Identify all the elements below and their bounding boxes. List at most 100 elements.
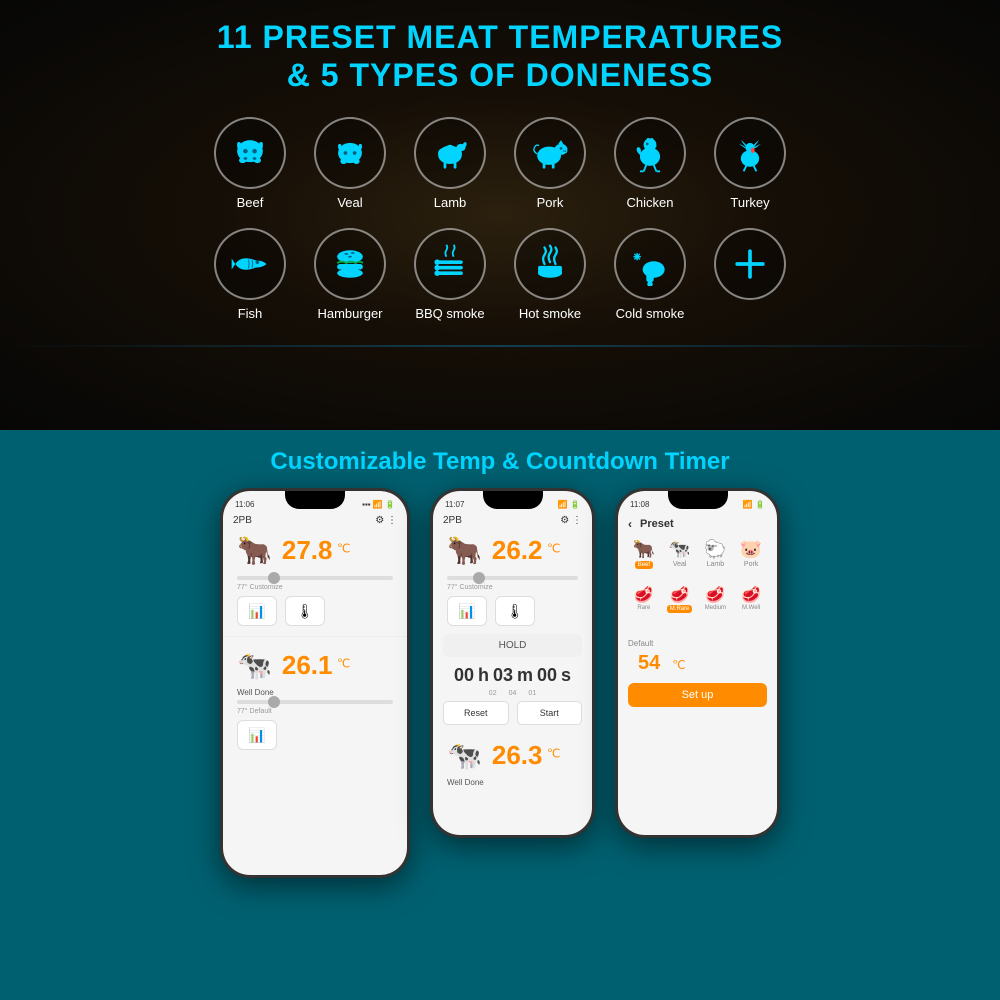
phone3-meat-pork[interactable]: 🐷 Pork xyxy=(735,539,767,569)
phone1-temp-btn[interactable]: 🌡 xyxy=(285,596,325,626)
phone1-probe1-unit: ℃ xyxy=(337,542,350,556)
phone1-probe2: 🐄 26.1 ℃ xyxy=(223,643,407,688)
bottom-header: Customizable Temp & Countdown Timer xyxy=(0,430,1000,488)
phone1-probe2-slider[interactable] xyxy=(223,697,407,707)
phone2-sub-s: 01 xyxy=(528,690,536,697)
phone3-medium-label: Medium xyxy=(705,605,726,611)
phone1-probe2-unit: ℃ xyxy=(337,657,350,671)
phones-row: 11:06 ▪▪▪ 📶 🔋 2PB ⚙ ⋮ 🐂 27.8 ℃ xyxy=(0,488,1000,1000)
bottom-title: Customizable Temp & Countdown Timer xyxy=(270,448,729,475)
phone3-lamb-icon: 🐑 xyxy=(704,539,726,560)
plus-circle xyxy=(714,228,786,300)
plus-icon xyxy=(728,242,772,286)
lamb-label: Lamb xyxy=(434,195,467,210)
phone3-temp-unit: ℃ xyxy=(672,658,685,672)
bbqsmoke-circle xyxy=(414,228,486,300)
hotsmoke-circle xyxy=(514,228,586,300)
pork-label: Pork xyxy=(537,195,564,210)
phone2-reset-btn[interactable]: Reset xyxy=(443,701,509,725)
phone2-wrapper: 11:07 📶 🔋 2PB ⚙ ⋮ 🐂 26.2 ℃ xyxy=(430,488,595,1000)
phone3-meat-lamb[interactable]: 🐑 Lamb xyxy=(700,539,732,569)
coldsmoke-label: Cold smoke xyxy=(616,306,685,321)
phone3-pork-icon: 🐷 xyxy=(740,539,762,560)
icon-coldsmoke[interactable]: Cold smoke xyxy=(614,228,686,321)
icon-veal[interactable]: Veal xyxy=(314,117,386,210)
phone2-start-btn[interactable]: Start xyxy=(517,701,583,725)
phone1-probe1-sub: 77° Customize xyxy=(223,583,407,592)
phone3-doneness-medium[interactable]: 🥩 Medium xyxy=(700,585,732,613)
phone3-doneness-mrare[interactable]: 🥩 M.Rare xyxy=(664,585,696,613)
icon-hamburger[interactable]: Hamburger xyxy=(314,228,386,321)
icon-fish[interactable]: Fish xyxy=(214,228,286,321)
phone2-hold-label: HOLD xyxy=(499,640,527,651)
phone1-probe1-temp: 27.8 xyxy=(282,535,333,565)
phone2-timer-s: 00 xyxy=(537,665,557,686)
hamburger-icon xyxy=(328,242,372,286)
phone1-probe1-slider[interactable] xyxy=(223,573,407,583)
phone3-temp-value: 54 xyxy=(628,650,670,677)
icon-plus[interactable] xyxy=(714,228,786,321)
phone3-wrapper: 11:08 📶 🔋 ‹ Preset 🐂 Beef xyxy=(615,488,780,1000)
phone2-timer-sep3: s xyxy=(561,665,571,686)
phone3-preset-title: Preset xyxy=(640,518,674,530)
meat-icons-row2: Fish xyxy=(214,228,786,321)
icon-hotsmoke[interactable]: Hot smoke xyxy=(514,228,586,321)
phone1-time: 11:06 xyxy=(235,500,254,509)
phone2-probe3: 🐄 26.3 ℃ xyxy=(433,733,592,778)
phone1-probe2-sub: 77° Default xyxy=(223,707,407,716)
bbqsmoke-icon xyxy=(428,242,472,286)
phone3-mwell-icon: 🥩 xyxy=(741,585,761,605)
phone1-toggle[interactable]: ⚙ ⋮ xyxy=(375,515,397,526)
phone1-probe2-temp: 26.1 xyxy=(282,650,333,680)
phone2-slider-bar xyxy=(447,576,578,580)
phone1-probe1: 🐂 27.8 ℃ xyxy=(223,528,407,573)
phone1-appname: 2PB xyxy=(233,515,252,526)
icon-lamb[interactable]: Lamb xyxy=(414,117,486,210)
pork-icon xyxy=(528,131,572,175)
icon-turkey[interactable]: Turkey xyxy=(714,117,786,210)
phone2-probe1-buttons: 📊 🌡 xyxy=(433,592,592,630)
icon-pork[interactable]: Pork xyxy=(514,117,586,210)
phone2-hold: HOLD xyxy=(443,634,582,657)
phone3-meat-veal[interactable]: 🐄 Veal xyxy=(664,539,696,569)
hotsmoke-label: Hot smoke xyxy=(519,306,581,321)
phone1-signal: ▪▪▪ 📶 🔋 xyxy=(362,500,395,509)
phone2-toggle[interactable]: ⚙ ⋮ xyxy=(560,515,582,526)
phone2: 11:07 📶 🔋 2PB ⚙ ⋮ 🐂 26.2 ℃ xyxy=(430,488,595,838)
phone3-rare-icon: 🥩 xyxy=(634,585,654,605)
fish-icon xyxy=(228,242,272,286)
phone2-probe3-temps: 26.3 ℃ xyxy=(492,740,561,771)
phone2-timer: 00 h 03 m 00 s xyxy=(433,661,592,690)
phone1-divider1 xyxy=(223,636,407,637)
phone2-probe1-slider[interactable] xyxy=(433,573,592,583)
phone3-veal-icon: 🐄 xyxy=(668,539,690,560)
phone1-chart-btn[interactable]: 📊 xyxy=(237,596,277,626)
phone3-doneness-mwell[interactable]: 🥩 M.Well xyxy=(735,585,767,613)
phone2-probe3-temp: 26.3 xyxy=(492,740,543,770)
top-content: 11 PRESET MEAT TEMPERATURES & 5 TYPES OF… xyxy=(0,0,1000,339)
phone3-veal-label: Veal xyxy=(673,561,687,568)
phone3-back[interactable]: ‹ xyxy=(628,517,632,531)
phone1-probe1-icon: 🐂 xyxy=(237,534,272,567)
phone2-probe1-icon: 🐂 xyxy=(447,534,482,567)
icon-bbqsmoke[interactable]: BBQ smoke xyxy=(414,228,486,321)
phone3-doneness-rare[interactable]: 🥩 Rare xyxy=(628,585,660,613)
icon-chicken[interactable]: Chicken xyxy=(614,117,686,210)
turkey-icon xyxy=(728,131,772,175)
phone1-slider-bar xyxy=(237,576,393,580)
phone3-preset-header: ‹ Preset xyxy=(618,513,777,535)
turkey-circle xyxy=(714,117,786,189)
phone3-meat-beef[interactable]: 🐂 Beef xyxy=(628,539,660,569)
phone1-probe2-buttons: 📊 xyxy=(223,716,407,754)
phone1-screen: 11:06 ▪▪▪ 📶 🔋 2PB ⚙ ⋮ 🐂 27.8 ℃ xyxy=(223,491,407,875)
lamb-circle xyxy=(414,117,486,189)
phone1-notch xyxy=(285,491,345,509)
phone2-temp-btn[interactable]: 🌡 xyxy=(495,596,535,626)
phone2-chart-btn[interactable]: 📊 xyxy=(447,596,487,626)
phone2-timer-sub: 02 04 01 xyxy=(433,690,592,697)
phone3-setup-btn[interactable]: Set up xyxy=(628,683,767,707)
bottom-section: Customizable Temp & Countdown Timer 11:0… xyxy=(0,430,1000,1000)
icon-beef[interactable]: Beef xyxy=(214,117,286,210)
phone1-chart2-btn[interactable]: 📊 xyxy=(237,720,277,750)
phone2-timer-h: 00 xyxy=(454,665,474,686)
